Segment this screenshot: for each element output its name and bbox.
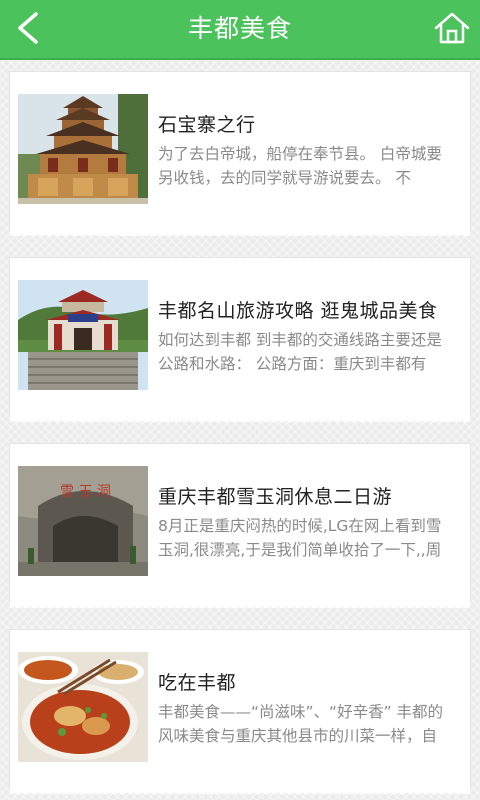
cave-entrance-photo: 雪 玉 洞 — [18, 466, 148, 576]
pagoda-photo — [18, 94, 148, 204]
top-bar: 丰都美食 — [0, 0, 480, 60]
list-item[interactable]: 丰都名山旅游攻略 逛鬼城品美食 如何达到丰都 到丰都的交通线路主要还是公路和水路… — [10, 258, 470, 422]
article-summary: 8月正是重庆闷热的时候,LG在网上看到雪玉洞,很漂亮,于是我们简单收拾了一下,,… — [158, 517, 442, 559]
list-item[interactable]: 吃在丰都 丰都美食——“尚滋味”、“好辛香” 丰都的风味美食与重庆其他县市的川菜… — [10, 630, 470, 794]
article-list[interactable]: 石宝寨之行 为了去白帝城，船停在奉节县。 白帝城要另收钱，去的同学就导游说要去。… — [0, 60, 480, 800]
article-title: 吃在丰都 — [158, 672, 237, 694]
page-title: 丰都美食 — [187, 14, 292, 43]
home-icon — [434, 12, 470, 44]
article-title: 石宝寨之行 — [158, 114, 256, 136]
noodle-bowl-photo — [18, 652, 148, 762]
home-button[interactable] — [432, 8, 472, 48]
list-item[interactable]: 雪 玉 洞 重庆丰都雪玉洞休息二日游 8月正是重庆闷热的时候,LG在网上看到雪玉… — [10, 444, 470, 608]
article-summary: 如何达到丰都 到丰都的交通线路主要还是公路和水路： 公路方面：重庆到丰都有 — [158, 331, 442, 373]
temple-gate-photo — [18, 280, 148, 390]
article-title: 重庆丰都雪玉洞休息二日游 — [158, 486, 393, 508]
article-title: 丰都名山旅游攻略 逛鬼城品美食 — [158, 300, 438, 322]
list-item[interactable]: 石宝寨之行 为了去白帝城，船停在奉节县。 白帝城要另收钱，去的同学就导游说要去。… — [10, 72, 470, 236]
svg-text:雪 玉 洞: 雪 玉 洞 — [60, 484, 111, 500]
article-summary: 为了去白帝城，船停在奉节县。 白帝城要另收钱，去的同学就导游说要去。 不 — [158, 145, 442, 187]
article-summary: 丰都美食——“尚滋味”、“好辛香” 丰都的风味美食与重庆其他县市的川菜一样，自 — [158, 703, 444, 745]
